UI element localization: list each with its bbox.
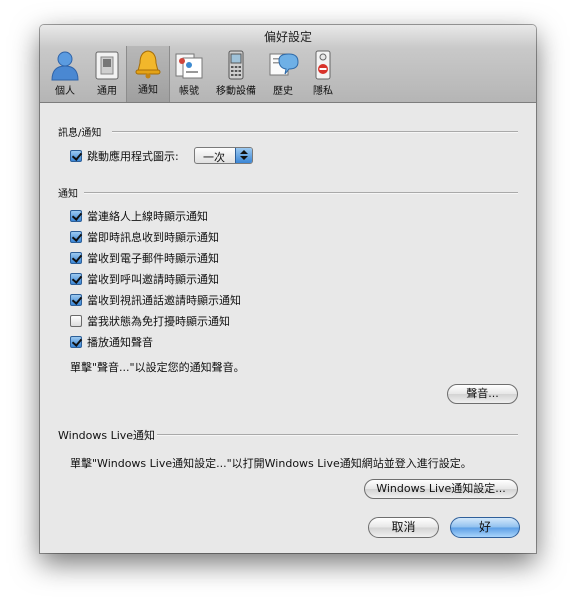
- mobile-phone-icon: [228, 50, 244, 80]
- sound-button[interactable]: 聲音...: [447, 384, 518, 404]
- tab-history-label: 歷史: [273, 86, 293, 97]
- tab-mobile-label: 移動設備: [216, 86, 256, 97]
- live-section-divider: [157, 434, 518, 436]
- bounce-icon-checkbox[interactable]: [70, 150, 82, 162]
- notify-option-im-received[interactable]: 當即時訊息收到時顯示通知: [70, 229, 219, 245]
- live-section-header: Windows Live通知: [58, 429, 156, 442]
- notify-checkbox[interactable]: [70, 315, 82, 327]
- notify-option-contact-online[interactable]: 當連絡人上線時顯示通知: [70, 208, 208, 224]
- alerts-section-header: 訊息/通知: [58, 128, 102, 139]
- tab-general[interactable]: 通用: [86, 47, 128, 100]
- tab-personal-label: 個人: [55, 86, 75, 97]
- notify-checkbox[interactable]: [70, 231, 82, 243]
- tab-accounts[interactable]: 帳號: [168, 47, 210, 100]
- notify-checkbox[interactable]: [70, 273, 82, 285]
- notify-option-label: 當即時訊息收到時顯示通知: [87, 231, 219, 244]
- tab-privacy-label: 隱私: [313, 86, 333, 97]
- notify-checkbox[interactable]: [70, 336, 82, 348]
- notify-option-do-not-disturb[interactable]: 當我狀態為免打擾時顯示通知: [70, 313, 230, 329]
- cancel-button[interactable]: 取消: [368, 517, 439, 538]
- bounce-count-select[interactable]: 一次: [194, 147, 253, 164]
- tab-notifications[interactable]: 通知: [126, 46, 170, 102]
- notify-checkbox[interactable]: [70, 210, 82, 222]
- preferences-window: 偏好設定 個人 通用 通知 帳號 移動設備 歷史 隱私: [40, 25, 536, 553]
- notify-section-divider: [84, 192, 518, 194]
- accounts-icon: [175, 53, 203, 79]
- window-title: 偏好設定: [263, 30, 312, 44]
- notify-option-label: 當收到視訊通話邀請時顯示通知: [87, 294, 241, 307]
- tab-privacy[interactable]: 隱私: [302, 47, 344, 100]
- notify-option-play-sound[interactable]: 播放通知聲音: [70, 334, 153, 350]
- notify-option-label: 當收到電子郵件時顯示通知: [87, 252, 219, 265]
- switch-icon: [95, 51, 119, 80]
- tab-general-label: 通用: [97, 86, 117, 97]
- ok-button[interactable]: 好: [450, 517, 520, 538]
- alerts-section-divider: [112, 131, 518, 133]
- sound-hint-text: 單擊"聲音..."以設定您的通知聲音。: [70, 361, 245, 374]
- bounce-icon-option[interactable]: 跳動應用程式圖示:: [70, 148, 179, 164]
- toolbar: 偏好設定 個人 通用 通知 帳號 移動設備 歷史 隱私: [40, 25, 536, 103]
- notify-option-label: 當收到呼叫邀請時顯示通知: [87, 273, 219, 286]
- history-icon: [269, 53, 299, 76]
- tab-accounts-label: 帳號: [179, 86, 199, 97]
- notify-checkbox[interactable]: [70, 252, 82, 264]
- notify-option-video-invite[interactable]: 當收到視訊通話邀請時顯示通知: [70, 292, 241, 308]
- live-hint-text: 單擊"Windows Live通知設定..."以打開Windows Live通知…: [70, 457, 472, 470]
- person-icon: [51, 51, 79, 81]
- tab-history[interactable]: 歷史: [262, 47, 304, 100]
- bounce-count-value: 一次: [203, 151, 225, 164]
- tab-notifications-label: 通知: [138, 85, 158, 96]
- notify-option-label: 當連絡人上線時顯示通知: [87, 210, 208, 223]
- select-arrows-icon: [235, 148, 252, 163]
- notify-option-label: 播放通知聲音: [87, 336, 153, 349]
- notify-section-header: 通知: [58, 189, 78, 200]
- bell-icon: [135, 50, 161, 79]
- notify-option-label: 當我狀態為免打擾時顯示通知: [87, 315, 230, 328]
- privacy-sign-icon: [315, 50, 331, 80]
- tab-personal[interactable]: 個人: [44, 47, 86, 100]
- notify-checkbox[interactable]: [70, 294, 82, 306]
- notify-option-email-received[interactable]: 當收到電子郵件時顯示通知: [70, 250, 219, 266]
- live-settings-button[interactable]: Windows Live通知設定...: [364, 479, 518, 499]
- bounce-icon-label: 跳動應用程式圖示:: [87, 150, 179, 163]
- tab-mobile[interactable]: 移動設備: [212, 47, 260, 100]
- notify-option-call-invite[interactable]: 當收到呼叫邀請時顯示通知: [70, 271, 219, 287]
